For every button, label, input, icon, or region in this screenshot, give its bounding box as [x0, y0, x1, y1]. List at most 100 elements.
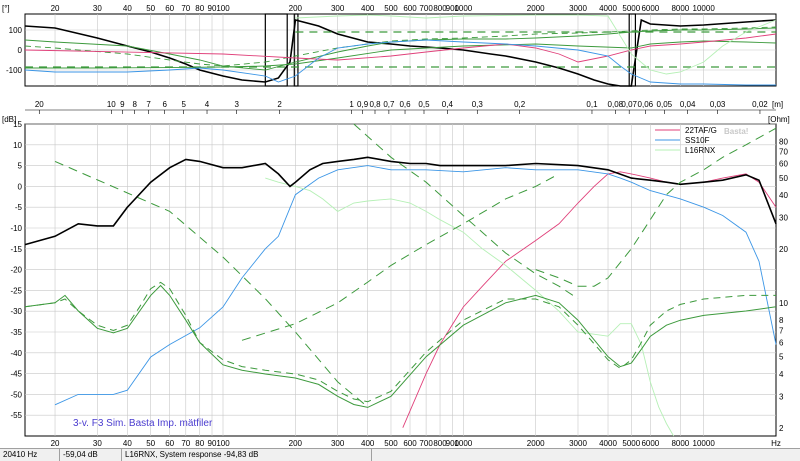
legend-label: SS10F [685, 136, 710, 145]
phase-x-tick-label: 70 [181, 4, 190, 13]
mag-y-tick-label: -10 [10, 224, 22, 233]
mag-y2-tick-label: 50 [779, 174, 788, 183]
wavelength-tick-label: 6 [162, 100, 167, 109]
wavelength-tick-label: 0,9 [357, 100, 369, 109]
wavelength-tick-label: 0,04 [680, 100, 696, 109]
wavelength-tick-label: 0,07 [621, 100, 637, 109]
mag-y-tick-label: 0 [18, 182, 23, 191]
wavelength-tick-label: 8 [132, 100, 137, 109]
mag-x-tick-label: 400 [361, 439, 375, 446]
phase-x-tick-label: 400 [361, 4, 375, 13]
phase-x-tick-label: 60 [165, 4, 174, 13]
phase-y-tick-label: 100 [9, 26, 23, 35]
wavelength-tick-label: 0,06 [638, 100, 654, 109]
wavelength-tick-label: 0,05 [657, 100, 673, 109]
status-info: L16RNX, System response -94,83 dB [122, 449, 372, 461]
wavelength-tick-label: 0,5 [418, 100, 430, 109]
mag-x-tick-label: 100 [216, 439, 230, 446]
phase-x-tick-label: 10000 [693, 4, 716, 13]
mag-x-tick-label: 8000 [671, 439, 689, 446]
phase-x-tick-label: 20 [51, 4, 60, 13]
mag-y-tick-label: -5 [15, 203, 23, 212]
mag-x-tick-label: 70 [181, 439, 190, 446]
mag-x-tick-label: 300 [331, 439, 345, 446]
phase-x-tick-label: 600 [403, 4, 417, 13]
phase-x-tick-label: 3000 [569, 4, 587, 13]
phase-x-tick-label: 50 [146, 4, 155, 13]
magnitude-chart[interactable]: 20 30 40 50 60 70 80 90 100 200 300 400 500 600 700 800… [0, 90, 800, 446]
phase-x-tick-label: 100 [216, 4, 230, 13]
mag-x-axis-label: Hz [771, 439, 781, 446]
wavelength-tick-label: 0,1 [586, 100, 598, 109]
mag-plot-area [24, 123, 777, 437]
wavelength-tick-label: 5 [181, 100, 186, 109]
mag-y2-tick-label: 30 [779, 214, 788, 223]
mag-y2-tick-label: 20 [779, 245, 788, 254]
wavelength-tick-label: 0,7 [383, 100, 395, 109]
mag-x-tick-label: 10000 [693, 439, 716, 446]
watermark: Basta! [724, 127, 748, 136]
wavelength-tick-label: 9 [120, 100, 125, 109]
mag-x-tick-label: 700 [419, 439, 433, 446]
phase-x-tick-label: 200 [289, 4, 303, 13]
mag-y-tick-label: -30 [10, 307, 22, 316]
mag-y-tick-label: 5 [18, 162, 23, 171]
mag-x-tick-label: 1000 [454, 439, 472, 446]
phase-x-tick-label: 1000 [454, 4, 472, 13]
mag-y-tick-label: -50 [10, 390, 22, 399]
app-window: 20 30 40 50 60 70 80 90 100 200 300 400 500 600 700 800… [0, 0, 800, 461]
wavelength-tick-label: 1 [349, 100, 354, 109]
mag-x-tick-label: 20 [51, 439, 60, 446]
mag-x-tick-label: 6000 [641, 439, 659, 446]
mag-y2-axis-label: [Ohm] [768, 115, 790, 124]
status-bar: 20410 Hz -59,04 dB L16RNX, System respon… [0, 448, 800, 461]
mag-y2-tick-label: 2 [779, 424, 784, 433]
mag-y2-tick-label: 3 [779, 392, 784, 401]
mag-x-tick-label: 3000 [569, 439, 587, 446]
phase-chart[interactable]: 20 30 40 50 60 70 80 90 100 200 300 400 500 600 700 800… [0, 0, 800, 90]
mag-x-tick-label: 500 [384, 439, 398, 446]
mag-y-axis-label: [dB] [2, 115, 16, 124]
legend-label: 22TAF/G [685, 126, 717, 135]
wavelength-tick-label: 2 [277, 100, 282, 109]
mag-y2-tick-label: 40 [779, 191, 788, 200]
mag-y-tick-label: -40 [10, 349, 22, 358]
mag-x-tick-label: 4000 [599, 439, 617, 446]
phase-x-tick-label: 8000 [671, 4, 689, 13]
wavelength-tick-label: 3 [234, 100, 239, 109]
mag-x-tick-label: 60 [165, 439, 174, 446]
phase-y-axis-label: [°] [2, 4, 10, 13]
mag-y2-tick-label: 5 [779, 353, 784, 362]
mag-y-tick-label: -55 [10, 411, 22, 420]
mag-y-tick-label: -15 [10, 245, 22, 254]
phase-x-tick-label: 40 [123, 4, 132, 13]
wavelength-tick-label: 20 [35, 100, 44, 109]
phase-x-tick-label: 30 [93, 4, 102, 13]
wavelength-tick-label: 0,02 [752, 100, 768, 109]
mag-x-tick-label: 600 [403, 439, 417, 446]
mag-y-tick-label: -20 [10, 266, 22, 275]
mag-y-tick-label: -25 [10, 286, 22, 295]
wavelength-tick-label: 0,4 [442, 100, 454, 109]
mag-y-tick-label: -45 [10, 370, 22, 379]
wavelength-tick-label: 0,3 [472, 100, 484, 109]
mag-y-tick-label: 10 [13, 141, 22, 150]
phase-x-tick-label: 6000 [641, 4, 659, 13]
mag-y2-tick-label: 60 [779, 160, 788, 169]
mag-y2-tick-label: 80 [779, 137, 788, 146]
mag-x-tick-label: 5000 [622, 439, 640, 446]
phase-x-tick-label: 80 [195, 4, 204, 13]
wavelength-tick-label: 0,6 [399, 100, 411, 109]
mag-y2-tick-label: 8 [779, 316, 784, 325]
status-level: -59,04 dB [60, 449, 122, 461]
phase-x-tick-label: 2000 [527, 4, 545, 13]
mag-x-tick-label: 200 [289, 439, 303, 446]
status-empty [372, 449, 800, 461]
mag-y2-tick-label: 70 [779, 148, 788, 157]
mag-x-tick-label: 30 [93, 439, 102, 446]
wavelength-tick-label: 0,2 [514, 100, 526, 109]
mag-y2-tick-label: 10 [779, 299, 788, 308]
phase-x-tick-label: 5000 [622, 4, 640, 13]
mag-x-tick-label: 50 [146, 439, 155, 446]
phase-x-tick-label: 700 [419, 4, 433, 13]
